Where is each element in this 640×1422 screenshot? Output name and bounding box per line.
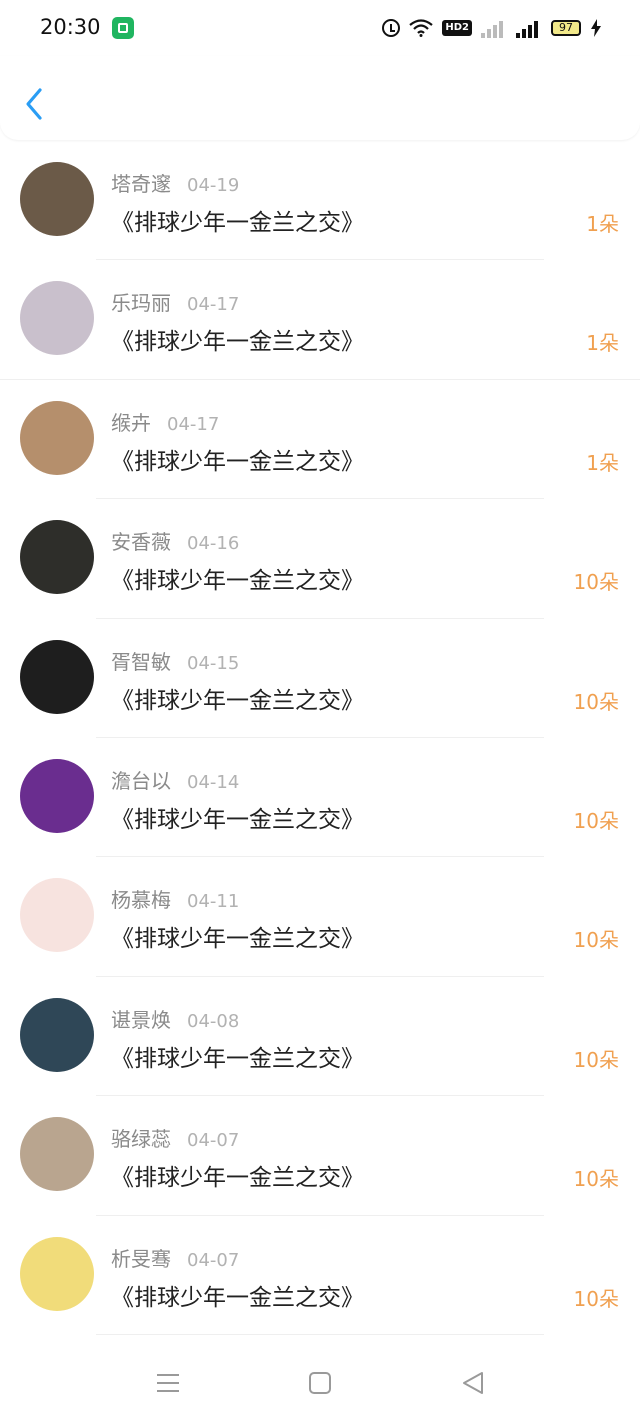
alarm-icon [382, 19, 401, 37]
flower-amount: 1朵 [586, 331, 619, 356]
user-name: 杨慕梅 [111, 888, 171, 913]
user-name: 骆绿蕊 [111, 1127, 171, 1152]
record-date: 04-17 [167, 413, 220, 435]
gift-record-list: 塔奇邃 04-19 《排球少年一金兰之交》 1朵 乐玛丽 04-17 《排球少年一金… [0, 141, 640, 1335]
list-item[interactable]: 澹台以 04-14 《排球少年一金兰之交》 10朵 [0, 738, 640, 858]
work-title: 《排球少年一金兰之交》 [111, 568, 364, 595]
work-title: 《排球少年一金兰之交》 [111, 1165, 364, 1192]
record-date: 04-17 [187, 294, 240, 316]
list-item[interactable]: 乐玛丽 04-17 《排球少年一金兰之交》 1朵 [0, 260, 640, 380]
charging-bolt-icon [591, 19, 601, 37]
list-item[interactable]: 安香薇 04-16 《排球少年一金兰之交》 10朵 [0, 499, 640, 619]
square-home-icon[interactable] [308, 1370, 332, 1396]
triangle-back-icon[interactable] [460, 1370, 486, 1396]
flower-amount: 1朵 [586, 212, 619, 236]
back-chevron-icon[interactable] [20, 86, 50, 122]
record-date: 04-07 [187, 1130, 240, 1152]
avatar [20, 758, 94, 833]
avatar [20, 878, 94, 953]
record-date: 04-08 [187, 1010, 240, 1032]
work-title: 《排球少年一金兰之交》 [111, 1045, 364, 1072]
flower-amount: 10朵 [573, 1167, 619, 1192]
list-item[interactable]: 骆绿蕊 04-07 《排球少年一金兰之交》 10朵 [0, 1096, 640, 1216]
flower-amount: 1朵 [586, 450, 619, 475]
work-title: 《排球少年一金兰之交》 [111, 329, 364, 356]
user-name: 缑卉 [111, 410, 151, 435]
battery-icon: 97 [551, 20, 581, 36]
avatar [20, 1236, 94, 1311]
flower-amount: 10朵 [573, 1047, 619, 1072]
record-date: 04-15 [187, 652, 240, 674]
menu-icon[interactable] [155, 1370, 181, 1396]
flower-amount: 10朵 [573, 689, 619, 714]
hd-voice-icon: HD2 [442, 20, 472, 36]
wifi-icon [409, 19, 434, 37]
user-name: 析旻骞 [111, 1246, 171, 1271]
divider [96, 1333, 544, 1335]
user-name: 乐玛丽 [111, 291, 171, 316]
user-name: 胥智敏 [111, 649, 171, 674]
top-app-bar [0, 56, 640, 140]
work-title: 《排球少年一金兰之交》 [111, 806, 364, 833]
avatar [20, 520, 94, 595]
record-date: 04-07 [187, 1249, 240, 1271]
user-name: 澹台以 [111, 768, 171, 793]
work-title: 《排球少年一金兰之交》 [111, 448, 364, 475]
avatar [20, 1117, 94, 1192]
user-name: 塔奇邃 [111, 172, 171, 196]
system-navigation-bar [0, 1352, 640, 1422]
flower-amount: 10朵 [573, 1286, 619, 1311]
work-title: 《排球少年一金兰之交》 [111, 210, 364, 236]
list-item[interactable]: 析旻骞 04-07 《排球少年一金兰之交》 10朵 [0, 1216, 640, 1335]
avatar [20, 639, 94, 714]
list-item[interactable]: 谌景焕 04-08 《排球少年一金兰之交》 10朵 [0, 977, 640, 1097]
status-bar: 20:30 HD2 97 [0, 0, 640, 56]
record-date: 04-11 [187, 891, 240, 913]
list-item[interactable]: 胥智敏 04-15 《排球少年一金兰之交》 10朵 [0, 619, 640, 738]
user-name: 安香薇 [111, 530, 171, 555]
record-date: 04-19 [187, 175, 240, 196]
work-title: 《排球少年一金兰之交》 [111, 926, 364, 953]
flower-amount: 10朵 [573, 928, 619, 953]
avatar [20, 162, 94, 236]
record-date: 04-14 [187, 771, 240, 793]
list-item[interactable]: 杨慕梅 04-11 《排球少年一金兰之交》 10朵 [0, 857, 640, 977]
list-item[interactable]: 缑卉 04-17 《排球少年一金兰之交》 1朵 [0, 380, 640, 500]
avatar [20, 281, 94, 356]
work-title: 《排球少年一金兰之交》 [111, 1284, 364, 1311]
record-date: 04-16 [187, 533, 240, 555]
user-name: 谌景焕 [111, 1007, 171, 1032]
avatar [20, 400, 94, 475]
avatar [20, 997, 94, 1072]
list-item[interactable]: 塔奇邃 04-19 《排球少年一金兰之交》 1朵 [0, 141, 640, 261]
signal-sim1-icon [481, 18, 507, 38]
flower-amount: 10朵 [573, 570, 619, 595]
flower-amount: 10朵 [573, 808, 619, 833]
status-time: 20:30 [40, 15, 101, 39]
work-title: 《排球少年一金兰之交》 [111, 687, 364, 714]
status-icons: HD2 97 [382, 16, 602, 40]
signal-4g-icon [516, 18, 542, 38]
app-notification-icon [112, 17, 134, 39]
